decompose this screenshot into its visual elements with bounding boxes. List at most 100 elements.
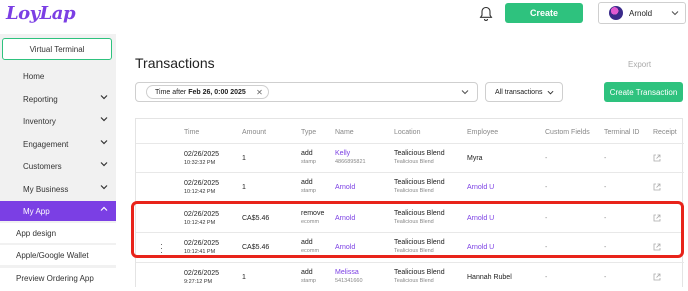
row-type-sub: stamp	[301, 278, 316, 284]
sidebar-item-label: My Business	[23, 184, 69, 194]
create-button[interactable]: Create	[505, 3, 583, 23]
row-amount: CA$5.46	[242, 244, 270, 251]
row-custom-fields: -	[545, 155, 548, 162]
row-time: 10:32:32 PM	[184, 160, 216, 166]
user-menu[interactable]: Arnold	[598, 2, 686, 24]
row-amount: 1	[242, 184, 246, 191]
row-date: 02/26/2025	[184, 180, 220, 187]
column-header-amount[interactable]: Amount	[242, 129, 266, 136]
column-header-employee[interactable]: Employee	[467, 129, 498, 136]
row-name-sub: 541341660	[335, 278, 363, 284]
table-row[interactable]: 02/26/2025 10:32:32 PM 1 add stamp Kelly…	[136, 143, 684, 172]
sidebar-item-inventory[interactable]: Inventory	[0, 111, 116, 131]
row-terminal-id: -	[604, 215, 607, 222]
row-location: Tealicious Blend	[394, 210, 445, 217]
row-amount: 1	[242, 155, 246, 162]
sidebar-item-customers[interactable]: Customers	[0, 156, 116, 176]
select-value: All transactions	[495, 88, 543, 96]
column-header-type[interactable]: Type	[301, 129, 316, 136]
external-link-icon[interactable]	[653, 183, 661, 191]
chevron-down-icon	[100, 185, 108, 190]
chevron-down-icon	[100, 95, 108, 100]
logo[interactable]: LoyLap	[6, 3, 76, 24]
chevron-down-icon[interactable]	[461, 88, 469, 96]
sidebar: Virtual Terminal Home Reporting Inventor…	[0, 34, 116, 288]
row-location-sub: Tealicious Blend	[394, 219, 434, 225]
filter-bar[interactable]: Time after Feb 26, 0:00 2025 ✕	[135, 82, 478, 102]
sidebar-subitem-app-design[interactable]: App design	[0, 223, 116, 243]
sidebar-item-label: Home	[23, 71, 45, 81]
row-type-sub: ecomm	[301, 219, 320, 225]
table-row[interactable]: · · · 02/26/2025 10:12:41 PM CA$5.46 add e…	[136, 232, 684, 261]
row-name-link[interactable]: Arnold	[335, 244, 355, 251]
row-employee-link[interactable]: Arnold U	[467, 184, 494, 191]
column-header-terminal-id[interactable]: Terminal ID	[604, 129, 639, 136]
row-location: Tealicious Blend	[394, 150, 445, 157]
row-name-link[interactable]: Arnold	[335, 215, 355, 222]
sidebar-item-my-app[interactable]: My App	[0, 201, 116, 221]
sidebar-item-my-business[interactable]: My Business	[0, 179, 116, 199]
row-type: add	[301, 150, 313, 157]
row-time: 10:12:41 PM	[184, 249, 216, 255]
row-custom-fields: -	[545, 274, 548, 281]
create-transaction-button[interactable]: Create Transaction	[604, 82, 683, 102]
column-header-custom-fields[interactable]: Custom Fields	[545, 129, 590, 136]
sidebar-item-reporting[interactable]: Reporting	[0, 89, 116, 109]
chip-value: Feb 26, 0:00 2025	[188, 88, 246, 96]
row-type-sub: stamp	[301, 188, 316, 194]
row-amount: 1	[242, 274, 246, 281]
sidebar-item-engagement[interactable]: Engagement	[0, 134, 116, 154]
column-header-time[interactable]: Time	[184, 129, 199, 136]
column-header-name[interactable]: Name	[335, 129, 354, 136]
sidebar-subitem-label: Preview Ordering App	[16, 273, 94, 283]
kebab-menu-icon[interactable]: · · ·	[160, 240, 163, 257]
row-name-sub: 4866895821	[335, 159, 366, 165]
row-terminal-id: -	[604, 244, 607, 251]
sidebar-item-label: Engagement	[23, 139, 69, 149]
row-location: Tealicious Blend	[394, 239, 445, 246]
export-button[interactable]: Export	[628, 60, 651, 69]
time-filter-chip[interactable]: Time after Feb 26, 0:00 2025 ✕	[146, 85, 269, 99]
row-name-link[interactable]: Arnold	[335, 184, 355, 191]
sidebar-item-home[interactable]: Home	[0, 66, 116, 86]
sidebar-subitem-preview-ordering-app[interactable]: Preview Ordering App	[0, 268, 116, 288]
chevron-down-icon	[100, 140, 108, 145]
avatar	[609, 6, 623, 20]
chevron-down-icon	[100, 162, 108, 167]
row-time: 9:27:12 PM	[184, 279, 213, 285]
bell-icon[interactable]	[479, 6, 493, 22]
row-name-link[interactable]: Melissa	[335, 269, 359, 276]
external-link-icon[interactable]	[653, 273, 661, 281]
chevron-up-icon	[100, 206, 108, 211]
column-header-receipt[interactable]: Receipt	[653, 129, 677, 136]
sidebar-subitem-wallet[interactable]: Apple/Google Wallet	[0, 245, 116, 265]
table-row[interactable]: 02/26/2025 10:12:42 PM CA$5.46 remove ec…	[136, 203, 684, 232]
row-type-sub: stamp	[301, 159, 316, 165]
column-header-location[interactable]: Location	[394, 129, 420, 136]
table-row[interactable]: 02/26/2025 10:12:42 PM 1 add stamp Arnol…	[136, 172, 684, 201]
transaction-type-select[interactable]: All transactions	[485, 82, 563, 102]
main-content: Transactions Export Time after Feb 26, 0…	[116, 30, 688, 287]
chip-prefix: Time after	[155, 88, 187, 96]
row-employee: Hannah Rubel	[467, 274, 512, 281]
row-date: 02/26/2025	[184, 240, 220, 247]
row-terminal-id: -	[604, 155, 607, 162]
row-employee-link[interactable]: Arnold U	[467, 244, 494, 251]
close-icon[interactable]: ✕	[256, 88, 263, 97]
external-link-icon[interactable]	[653, 243, 661, 251]
row-date: 02/26/2025	[184, 151, 220, 158]
external-link-icon[interactable]	[653, 154, 661, 162]
row-custom-fields: -	[545, 184, 548, 191]
sidebar-item-label: Customers	[23, 161, 62, 171]
user-name: Arnold	[629, 8, 653, 18]
row-custom-fields: -	[545, 244, 548, 251]
chevron-down-icon	[671, 11, 679, 16]
row-type: add	[301, 239, 313, 246]
external-link-icon[interactable]	[653, 214, 661, 222]
row-time: 10:12:42 PM	[184, 220, 216, 226]
row-name-link[interactable]: Kelly	[335, 150, 350, 157]
row-employee-link[interactable]: Arnold U	[467, 215, 494, 222]
virtual-terminal-button[interactable]: Virtual Terminal	[2, 38, 112, 60]
row-type: remove	[301, 210, 325, 217]
sidebar-item-label: My App	[23, 206, 50, 216]
